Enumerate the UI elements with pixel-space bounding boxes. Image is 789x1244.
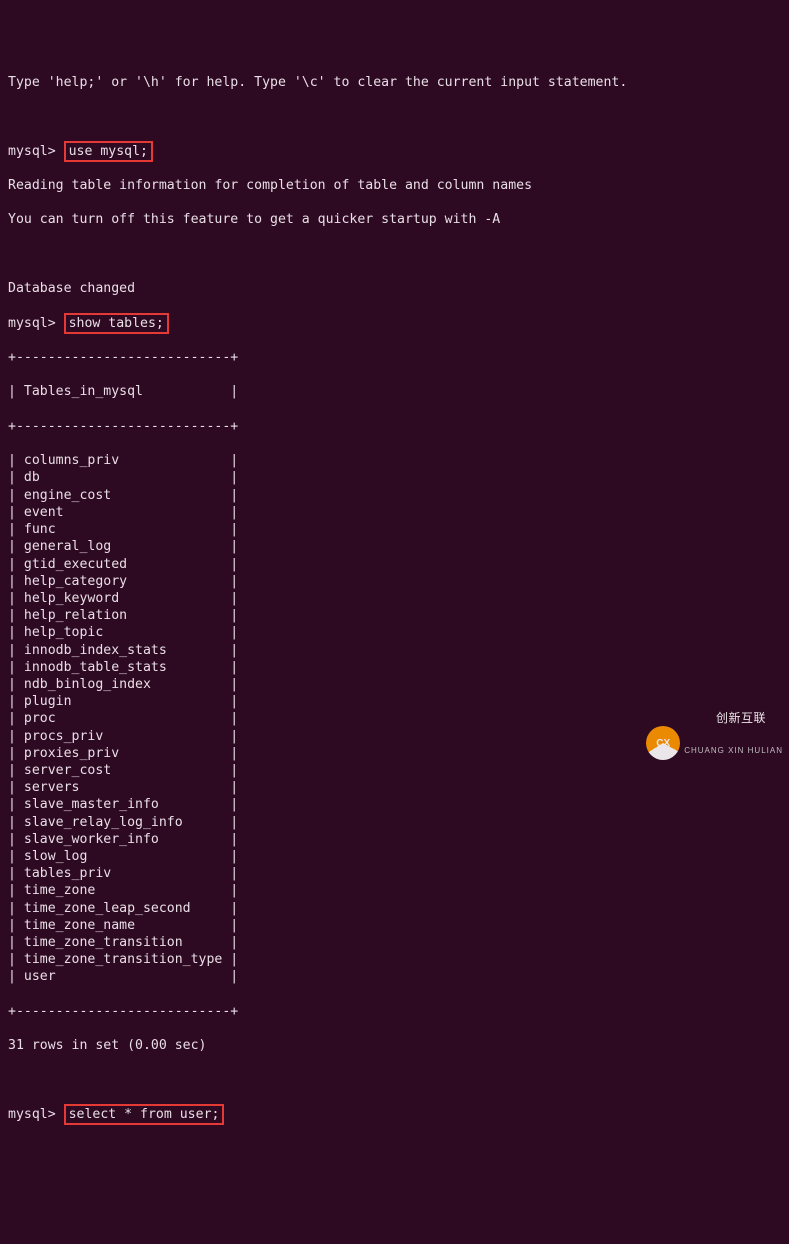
resp-1a: Reading table information for completion… (8, 177, 781, 194)
prompt-line-3: mysql> select * from user; (8, 1106, 781, 1123)
blank-line-3 (8, 1072, 781, 1089)
mysql-prompt: mysql> (8, 1107, 56, 1122)
resp-1b: You can turn off this feature to get a q… (8, 211, 781, 228)
table-body: | columns_priv | | db | | engine_cost | … (8, 452, 781, 985)
blank-line-2 (8, 246, 781, 263)
prompt-line-2: mysql> show tables; (8, 315, 781, 332)
blank-line-1 (8, 108, 781, 125)
highlight-cmd-1: use mysql; (64, 141, 153, 162)
table-border-bot: +---------------------------+ (8, 1003, 781, 1020)
intro-line: Type 'help;' or '\h' for help. Type '\c'… (8, 74, 781, 91)
highlight-cmd-2: show tables; (64, 313, 169, 334)
table-border-top: +---------------------------+ (8, 349, 781, 366)
result-footer: 31 rows in set (0.00 sec) (8, 1037, 781, 1054)
mysql-prompt: mysql> (8, 316, 56, 331)
mysql-prompt: mysql> (8, 144, 56, 159)
table-border-mid: +---------------------------+ (8, 418, 781, 435)
prompt-line-1: mysql> use mysql; (8, 143, 781, 160)
highlight-cmd-3: select * from user; (64, 1104, 225, 1125)
resp-1c: Database changed (8, 280, 781, 297)
table-header: | Tables_in_mysql | (8, 383, 781, 400)
